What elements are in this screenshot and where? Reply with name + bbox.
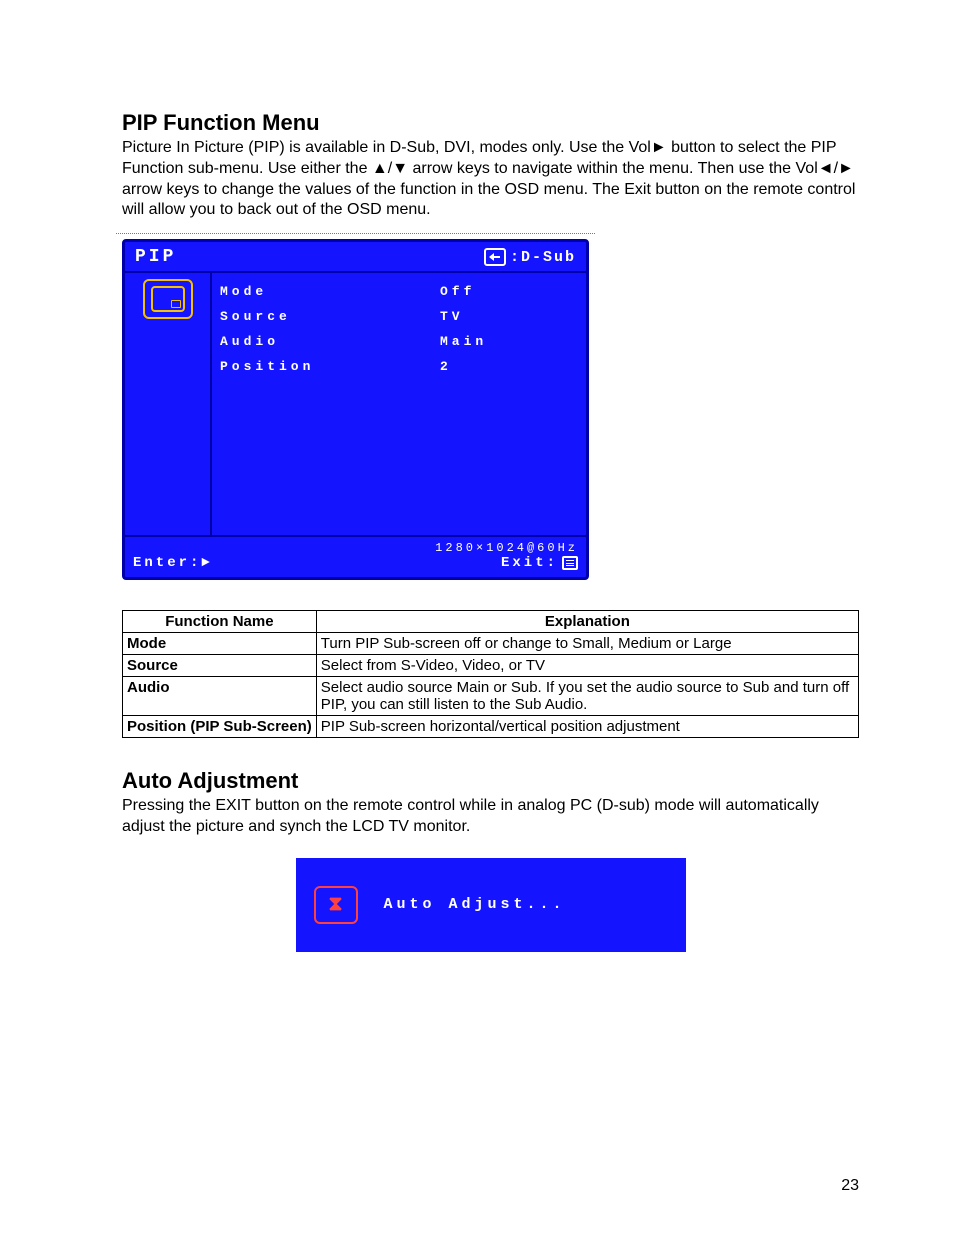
fn-name: Position (PIP Sub-Screen) (123, 716, 317, 738)
section-para-auto: Pressing the EXIT button on the remote c… (122, 796, 859, 838)
fn-exp: Select audio source Main or Sub. If you … (316, 677, 858, 716)
osd-resolution: 1280×1024@60Hz (133, 541, 578, 555)
osd-val: Off (440, 284, 578, 299)
table-header-row: Function Name Explanation (123, 611, 859, 633)
osd-header: PIP :D-Sub (125, 242, 586, 273)
table-row: Audio Select audio source Main or Sub. I… (123, 677, 859, 716)
osd-exit-hint: Exit: (501, 555, 578, 571)
osd-key: Source (220, 309, 440, 324)
input-source-icon (484, 248, 506, 266)
fn-name: Audio (123, 677, 317, 716)
osd-row-mode[interactable]: Mode Off (220, 279, 578, 304)
osd-row-position[interactable]: Position 2 (220, 354, 578, 379)
osd-body: Mode Off Source TV Audio Main Position 2 (125, 273, 586, 537)
function-table: Function Name Explanation Mode Turn PIP … (122, 610, 859, 738)
menu-icon (562, 556, 578, 570)
table-row: Mode Turn PIP Sub-screen off or change t… (123, 633, 859, 655)
osd-key: Mode (220, 284, 440, 299)
hourglass-icon: ⧗ (314, 886, 358, 924)
fn-name: Mode (123, 633, 317, 655)
th-function-name: Function Name (123, 611, 317, 633)
section-para-pip: Picture In Picture (PIP) is available in… (122, 138, 859, 221)
osd-pip-panel: PIP :D-Sub Mode Off Source TV (122, 239, 589, 580)
pip-icon (143, 279, 193, 319)
table-row: Source Select from S-Video, Video, or TV (123, 655, 859, 677)
osd-input-indicator: :D-Sub (484, 247, 576, 267)
auto-adjust-text: Auto Adjust... (384, 896, 566, 913)
section-title-auto: Auto Adjustment (122, 768, 859, 794)
osd-key: Position (220, 359, 440, 374)
osd-sidebar (125, 273, 212, 535)
osd-auto-adjust-panel: ⧗ Auto Adjust... (296, 858, 686, 952)
th-explanation: Explanation (316, 611, 858, 633)
osd-key: Audio (220, 334, 440, 349)
osd-val: Main (440, 334, 578, 349)
decorative-dotted-line (116, 233, 595, 234)
osd-row-source[interactable]: Source TV (220, 304, 578, 329)
fn-exp: Turn PIP Sub-screen off or change to Sma… (316, 633, 858, 655)
fn-exp: PIP Sub-screen horizontal/vertical posit… (316, 716, 858, 738)
fn-name: Source (123, 655, 317, 677)
osd-val: TV (440, 309, 578, 324)
osd-menu-list: Mode Off Source TV Audio Main Position 2 (212, 273, 586, 535)
table-row: Position (PIP Sub-Screen) PIP Sub-screen… (123, 716, 859, 738)
section-title-pip: PIP Function Menu (122, 110, 859, 136)
osd-enter-hint: Enter:► (133, 555, 213, 571)
fn-exp: Select from S-Video, Video, or TV (316, 655, 858, 677)
osd-input-label: :D-Sub (510, 249, 576, 266)
osd-row-audio[interactable]: Audio Main (220, 329, 578, 354)
osd-footer: 1280×1024@60Hz Enter:► Exit: (125, 537, 586, 577)
osd-exit-label: Exit: (501, 555, 558, 571)
page-number: 23 (841, 1177, 859, 1195)
osd-title: PIP (135, 247, 176, 267)
osd-val: 2 (440, 359, 578, 374)
